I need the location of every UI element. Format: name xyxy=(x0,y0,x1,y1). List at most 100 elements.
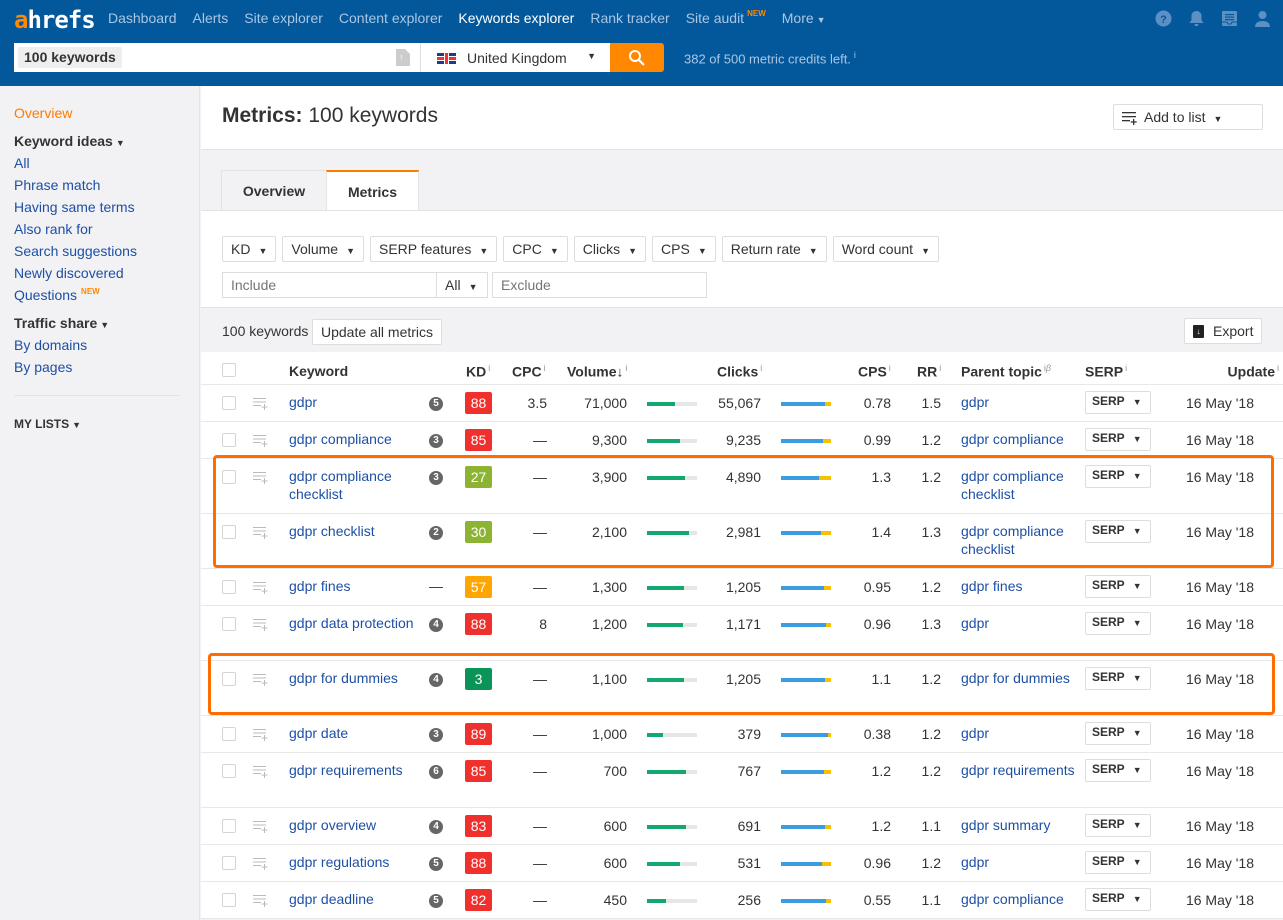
serp-features-count[interactable]: 6 xyxy=(429,765,443,779)
serp-button[interactable]: SERP ▼ xyxy=(1085,428,1151,451)
keyword-link[interactable]: gdpr xyxy=(289,393,414,411)
serp-features-count[interactable]: 5 xyxy=(429,857,443,871)
keyword-link[interactable]: gdpr regulations xyxy=(289,853,414,871)
header-keyword[interactable]: Keyword xyxy=(289,363,348,379)
nav-site-explorer[interactable]: Site explorer xyxy=(244,10,323,26)
bell-icon[interactable] xyxy=(1188,10,1205,27)
serp-features-count[interactable]: 4 xyxy=(429,673,443,687)
sidebar-section-traffic-share[interactable]: Traffic share ▼ xyxy=(14,315,109,331)
filter-volume[interactable]: Volume ▼ xyxy=(282,236,364,262)
add-to-list-icon[interactable] xyxy=(253,894,269,910)
user-icon[interactable] xyxy=(1254,10,1271,27)
nav-more[interactable]: More ▼ xyxy=(782,10,826,26)
serp-button[interactable]: SERP ▼ xyxy=(1085,814,1151,837)
serp-features-count[interactable]: 5 xyxy=(429,397,443,411)
add-to-list-icon[interactable] xyxy=(253,820,269,836)
filter-clicks[interactable]: Clicks ▼ xyxy=(573,236,647,262)
parent-topic-link[interactable]: gdpr compliance checklist xyxy=(961,467,1076,503)
row-checkbox[interactable] xyxy=(222,672,236,686)
sidebar-item-overview[interactable]: Overview xyxy=(14,105,72,121)
help-icon[interactable]: ? xyxy=(1155,10,1172,27)
keyword-link[interactable]: gdpr overview xyxy=(289,816,414,834)
export-button[interactable]: ↓ Export xyxy=(1184,318,1262,344)
search-button[interactable] xyxy=(610,43,664,72)
include-input[interactable] xyxy=(222,272,437,298)
nav-alerts[interactable]: Alerts xyxy=(193,10,229,26)
header-cpc[interactable]: CPC i xyxy=(512,363,546,380)
nav-site-audit[interactable]: Site audit NEW xyxy=(686,9,766,26)
parent-topic-link[interactable]: gdpr fines xyxy=(961,577,1076,595)
row-checkbox[interactable] xyxy=(222,856,236,870)
serp-button[interactable]: SERP ▼ xyxy=(1085,575,1151,598)
country-select[interactable]: United Kingdom ▼ xyxy=(420,43,610,72)
my-lists-toggle[interactable]: MY LISTS ▼ xyxy=(14,417,81,431)
filter-word-count[interactable]: Word count ▼ xyxy=(832,236,939,262)
sidebar-item-newly-discovered[interactable]: Newly discovered xyxy=(14,265,124,281)
keyword-link[interactable]: gdpr for dummies xyxy=(289,669,414,687)
add-to-list-icon[interactable] xyxy=(253,673,269,689)
serp-features-count[interactable]: 3 xyxy=(429,471,443,485)
parent-topic-link[interactable]: gdpr xyxy=(961,393,1076,411)
exclude-input[interactable] xyxy=(492,272,707,298)
sidebar-item-questions[interactable]: Questions NEW xyxy=(14,287,100,303)
keyword-link[interactable]: gdpr fines xyxy=(289,577,414,595)
serp-button[interactable]: SERP ▼ xyxy=(1085,888,1151,911)
keyword-link[interactable]: gdpr checklist xyxy=(289,522,414,540)
parent-topic-link[interactable]: gdpr xyxy=(961,614,1076,632)
header-cps[interactable]: CPS i xyxy=(858,363,891,380)
add-to-list-icon[interactable] xyxy=(253,618,269,634)
info-icon[interactable]: i xyxy=(488,363,490,373)
row-checkbox[interactable] xyxy=(222,525,236,539)
row-checkbox[interactable] xyxy=(222,727,236,741)
serp-button[interactable]: SERP ▼ xyxy=(1085,391,1151,414)
serp-button[interactable]: SERP ▼ xyxy=(1085,851,1151,874)
upload-file-icon[interactable] xyxy=(396,49,410,66)
sidebar-item-by-domains[interactable]: By domains xyxy=(14,337,87,353)
info-icon[interactable]: i xyxy=(544,363,546,373)
sidebar-item-also-rank-for[interactable]: Also rank for xyxy=(14,221,93,237)
sidebar-section-keyword-ideas[interactable]: Keyword ideas ▼ xyxy=(14,133,125,149)
ahrefs-logo[interactable]: ahrefs xyxy=(14,6,96,34)
add-to-list-icon[interactable] xyxy=(253,397,269,413)
row-checkbox[interactable] xyxy=(222,819,236,833)
keywords-chip[interactable]: 100 keywords xyxy=(18,47,122,68)
row-checkbox[interactable] xyxy=(222,470,236,484)
tab-metrics[interactable]: Metrics xyxy=(326,170,419,211)
parent-topic-link[interactable]: gdpr xyxy=(961,724,1076,742)
match-mode-select[interactable]: All ▼ xyxy=(436,272,488,298)
serp-features-count[interactable]: 3 xyxy=(429,434,443,448)
select-all-checkbox[interactable] xyxy=(222,363,236,377)
filter-serp-features[interactable]: SERP features ▼ xyxy=(370,236,498,262)
filter-cpc[interactable]: CPC ▼ xyxy=(503,236,568,262)
row-checkbox[interactable] xyxy=(222,764,236,778)
serp-button[interactable]: SERP ▼ xyxy=(1085,759,1151,782)
keyword-link[interactable]: gdpr deadline xyxy=(289,890,414,908)
header-rr[interactable]: RR i xyxy=(917,363,941,380)
add-to-list-icon[interactable] xyxy=(253,471,269,487)
header-clicks[interactable]: Clicks i xyxy=(717,363,762,380)
info-icon[interactable]: i xyxy=(626,363,628,373)
row-checkbox[interactable] xyxy=(222,893,236,907)
serp-features-count[interactable]: 5 xyxy=(429,894,443,908)
info-icon[interactable]: i xyxy=(1125,363,1127,373)
row-checkbox[interactable] xyxy=(222,433,236,447)
header-update[interactable]: Update i xyxy=(1228,363,1279,380)
nav-keywords-explorer[interactable]: Keywords explorer xyxy=(458,10,574,26)
sidebar-item-phrase-match[interactable]: Phrase match xyxy=(14,177,100,193)
serp-features-count[interactable]: 2 xyxy=(429,526,443,540)
parent-topic-link[interactable]: gdpr xyxy=(961,853,1076,871)
nav-dashboard[interactable]: Dashboard xyxy=(108,10,177,26)
keyword-link[interactable]: gdpr date xyxy=(289,724,414,742)
update-all-metrics-button[interactable]: Update all metrics xyxy=(312,319,443,345)
header-serp[interactable]: SERP i xyxy=(1085,363,1127,380)
parent-topic-link[interactable]: gdpr compliance checklist xyxy=(961,522,1076,558)
keyword-link[interactable]: gdpr compliance checklist xyxy=(289,467,414,503)
parent-topic-link[interactable]: gdpr summary xyxy=(961,816,1076,834)
row-checkbox[interactable] xyxy=(222,396,236,410)
parent-topic-link[interactable]: gdpr compliance xyxy=(961,890,1076,908)
header-kd[interactable]: KD i xyxy=(466,363,490,380)
keyword-link[interactable]: gdpr data protection xyxy=(289,614,414,632)
info-icon[interactable]: i xyxy=(939,363,941,373)
nav-content-explorer[interactable]: Content explorer xyxy=(339,10,443,26)
serp-features-count[interactable]: 4 xyxy=(429,618,443,632)
